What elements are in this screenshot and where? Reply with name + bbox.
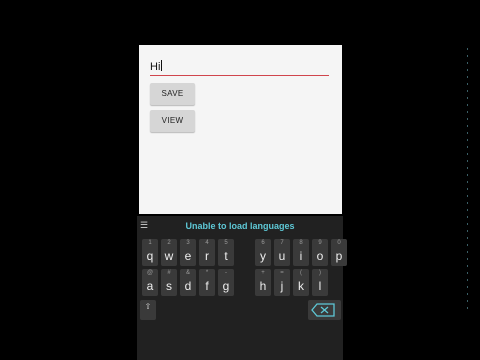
key-d-secondary: &	[185, 270, 190, 276]
key-f-label: f	[205, 279, 209, 293]
backspace-icon	[311, 303, 335, 317]
key-k-secondary: (	[300, 270, 302, 276]
key-a-label: a	[146, 279, 154, 293]
key-t-secondary: 5	[224, 240, 228, 246]
save-button[interactable]: SAVE	[150, 83, 195, 105]
key-e-label: e	[184, 249, 192, 263]
key-i-label: i	[299, 249, 303, 263]
key-i[interactable]: 8i	[293, 239, 309, 266]
key-w[interactable]: 2w	[161, 239, 177, 266]
key-s[interactable]: # s	[161, 269, 177, 296]
screen-edge-line	[467, 48, 468, 314]
key-p-label: p	[335, 249, 343, 263]
key-o-label: o	[316, 249, 324, 263]
key-g-label: g	[222, 279, 230, 293]
key-h-label: h	[259, 279, 267, 293]
key-q-label: q	[146, 249, 154, 263]
key-g-secondary: -	[225, 270, 227, 276]
keyboard-status-text: Unable to load languages	[185, 221, 295, 231]
key-p[interactable]: 0p	[331, 239, 347, 266]
key-h[interactable]: + h	[255, 269, 271, 296]
key-y[interactable]: 6y	[255, 239, 271, 266]
key-a[interactable]: @ a	[142, 269, 158, 296]
key-k-label: k	[298, 279, 304, 293]
key-u-secondary: 7	[280, 240, 284, 246]
backspace-key[interactable]	[308, 300, 341, 320]
key-k[interactable]: (k	[293, 269, 309, 296]
key-y-label: y	[260, 249, 266, 263]
key-d[interactable]: & d	[180, 269, 196, 296]
key-i-secondary: 8	[299, 240, 303, 246]
key-r[interactable]: 4r	[199, 239, 215, 266]
key-o-secondary: 9	[318, 240, 322, 246]
key-l-label: l	[318, 279, 322, 293]
key-w-secondary: 2	[167, 240, 171, 246]
key-s-secondary: #	[167, 270, 171, 276]
key-e-secondary: 3	[186, 240, 190, 246]
shift-icon[interactable]: ⇧	[140, 300, 156, 320]
key-f-secondary: *	[205, 270, 209, 276]
key-j-label: j	[280, 279, 284, 293]
key-f[interactable]: * f	[199, 269, 215, 296]
key-t[interactable]: 5t	[218, 239, 234, 266]
key-w-label: w	[164, 249, 174, 263]
soft-keyboard: ☰ Unable to load languages 1q2w3e4r5t6y7…	[137, 216, 347, 360]
app-screen: Hi SAVE VIEW	[139, 45, 342, 214]
key-r-secondary: 4	[205, 240, 209, 246]
text-input-value: Hi	[150, 61, 161, 73]
key-u-label: u	[278, 249, 286, 263]
view-button[interactable]: VIEW	[150, 110, 195, 132]
key-l[interactable]: ) l	[312, 269, 328, 296]
key-g[interactable]: -g	[218, 269, 234, 296]
text-cursor	[161, 60, 163, 71]
key-q-secondary: 1	[148, 240, 152, 246]
key-h-secondary: +	[261, 270, 265, 276]
key-e[interactable]: 3e	[180, 239, 196, 266]
key-y-secondary: 6	[261, 240, 265, 246]
key-u[interactable]: 7u	[274, 239, 290, 266]
key-a-secondary: @	[146, 270, 154, 276]
key-o[interactable]: 9o	[312, 239, 328, 266]
key-l-secondary: )	[319, 270, 321, 276]
key-j-secondary: =	[280, 270, 284, 276]
key-q[interactable]: 1q	[142, 239, 158, 266]
keyboard-suggestion-bar: ☰ Unable to load languages	[137, 216, 343, 236]
key-r-label: r	[205, 249, 209, 263]
text-input[interactable]: Hi	[150, 59, 329, 76]
key-d-label: d	[184, 279, 192, 293]
key-t-label: t	[224, 249, 228, 263]
key-s-label: s	[166, 279, 172, 293]
key-p-secondary: 0	[337, 240, 341, 246]
key-j[interactable]: = j	[274, 269, 290, 296]
